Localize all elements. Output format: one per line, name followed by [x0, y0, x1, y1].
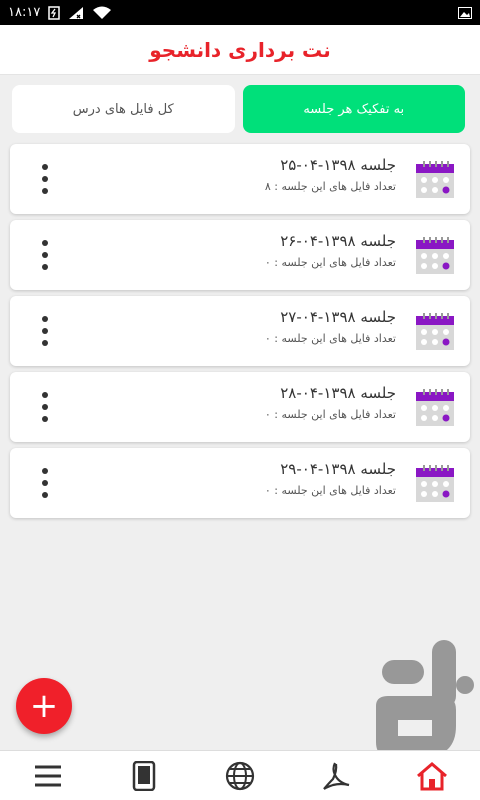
nav-menu[interactable]: [18, 753, 78, 799]
more-options-icon[interactable]: [34, 240, 56, 270]
session-file-count: تعداد فایل های این جلسه : ۰: [264, 408, 396, 421]
plus-icon: +: [29, 686, 59, 726]
status-indicators: ۱۸:۱۷: [8, 5, 112, 20]
session-title: جلسه ۱۳۹۸-۰۴-۲۸: [280, 384, 396, 402]
calendar-icon: [416, 313, 454, 350]
session-card[interactable]: جلسه ۱۳۹۸-۰۴-۲۹ تعداد فایل های این جلسه …: [10, 448, 470, 518]
session-card[interactable]: جلسه ۱۳۹۸-۰۴-۲۵ تعداد فایل های این جلسه …: [10, 144, 470, 214]
session-file-count: تعداد فایل های این جلسه : ۸: [264, 180, 396, 193]
wifi-icon: [92, 6, 112, 20]
notification-icon: [48, 5, 61, 20]
session-title: جلسه ۱۳۹۸-۰۴-۲۶: [280, 232, 396, 250]
signal-icon: [68, 6, 84, 20]
calendar-icon: [416, 237, 454, 274]
nav-device[interactable]: [114, 753, 174, 799]
session-file-count: تعداد فایل های این جلسه : ۰: [264, 256, 396, 269]
session-file-count: تعداد فایل های این جلسه : ۰: [264, 484, 396, 497]
home-icon: [417, 761, 447, 790]
calendar-icon: [416, 389, 454, 426]
session-title: جلسه ۱۳۹۸-۰۴-۲۷: [280, 308, 396, 326]
session-title: جلسه ۱۳۹۸-۰۴-۲۵: [280, 156, 396, 174]
more-options-icon[interactable]: [34, 468, 56, 498]
status-bar: ۱۸:۱۷: [0, 0, 480, 25]
nav-web[interactable]: [210, 753, 270, 799]
calendar-icon: [416, 465, 454, 502]
calendar-icon: [416, 161, 454, 198]
view-tabs: کل فایل های درس به تفکیک هر جلسه: [12, 85, 465, 133]
app-bar: نت برداری دانشجو: [0, 25, 480, 75]
store-logo-watermark: [376, 640, 474, 758]
session-card[interactable]: جلسه ۱۳۹۸-۰۴-۲۶ تعداد فایل های این جلسه …: [10, 220, 470, 290]
globe-icon: [225, 761, 255, 790]
gallery-icon: [458, 6, 472, 19]
nav-home[interactable]: [402, 753, 462, 799]
session-card[interactable]: جلسه ۱۳۹۸-۰۴-۲۸ تعداد فایل های این جلسه …: [10, 372, 470, 442]
more-options-icon[interactable]: [34, 316, 56, 346]
add-session-button[interactable]: +: [16, 678, 72, 734]
tablet-icon: [132, 760, 156, 791]
session-title: جلسه ۱۳۹۸-۰۴-۲۹: [280, 460, 396, 478]
tab-per-session[interactable]: به تفکیک هر جلسه: [242, 85, 465, 133]
more-options-icon[interactable]: [34, 164, 56, 194]
status-time: ۱۸:۱۷: [8, 5, 41, 20]
nav-pdf[interactable]: [306, 753, 366, 799]
menu-icon: [35, 765, 61, 786]
session-list: جلسه ۱۳۹۸-۰۴-۲۵ تعداد فایل های این جلسه …: [10, 144, 470, 518]
more-options-icon[interactable]: [34, 392, 56, 422]
session-file-count: تعداد فایل های این جلسه : ۰: [264, 332, 396, 345]
bottom-nav: [0, 750, 480, 800]
tab-all-course-files[interactable]: کل فایل های درس: [12, 85, 235, 133]
session-card[interactable]: جلسه ۱۳۹۸-۰۴-۲۷ تعداد فایل های این جلسه …: [10, 296, 470, 366]
pdf-icon: [323, 762, 350, 790]
app-title: نت برداری دانشجو: [149, 37, 331, 62]
